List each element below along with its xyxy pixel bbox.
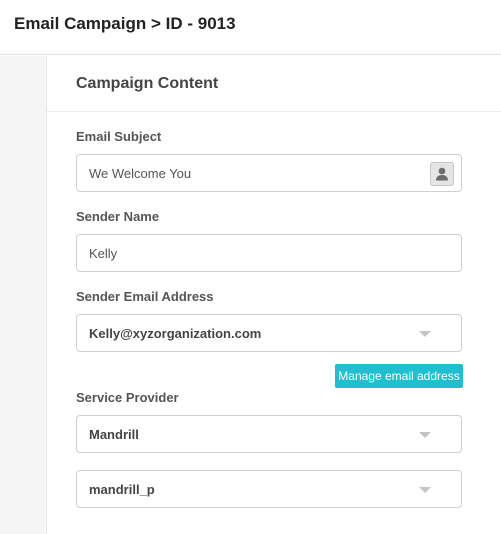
provider-account-value: mandrill_p — [89, 482, 155, 497]
page-title: Email Campaign > ID - 9013 — [14, 14, 236, 33]
campaign-content-panel: Campaign Content Email Subject We Welcom… — [46, 56, 501, 534]
user-icon — [436, 167, 448, 181]
sender-name-value: Kelly — [89, 246, 118, 261]
service-provider-label: Service Provider — [76, 390, 179, 405]
service-provider-select[interactable]: Mandrill — [76, 415, 462, 453]
sender-email-value: Kelly@xyzorganization.com — [89, 326, 262, 341]
sender-name-input[interactable]: Kelly — [76, 234, 462, 272]
chevron-down-icon — [419, 331, 431, 337]
sender-email-label: Sender Email Address — [76, 289, 214, 304]
sender-name-label: Sender Name — [76, 209, 160, 224]
provider-account-select[interactable]: mandrill_p — [76, 470, 462, 508]
service-provider-value: Mandrill — [89, 427, 139, 442]
email-subject-value: We Welcome You — [89, 166, 192, 181]
email-subject-input[interactable]: We Welcome You — [76, 154, 462, 192]
panel-title: Campaign Content — [76, 75, 219, 92]
user-button[interactable] — [430, 162, 454, 186]
chevron-down-icon — [419, 487, 431, 493]
email-subject-label: Email Subject — [76, 129, 162, 144]
manage-email-address-button[interactable]: Manage email address — [335, 364, 463, 388]
sender-email-select[interactable]: Kelly@xyzorganization.com — [76, 314, 462, 352]
chevron-down-icon — [419, 432, 431, 438]
panel-header: Campaign Content — [47, 56, 501, 112]
page-header: Email Campaign > ID - 9013 — [0, 0, 501, 55]
left-gutter — [0, 56, 46, 534]
